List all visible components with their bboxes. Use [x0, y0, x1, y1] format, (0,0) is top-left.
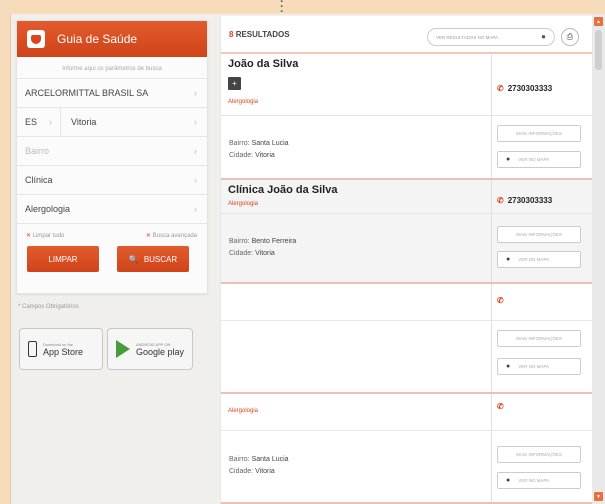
result-cidade: Cidade: Vitoria	[229, 152, 275, 159]
phone-icon: ✆	[497, 84, 504, 93]
app-store-label: App Store	[43, 346, 84, 357]
scroll-up-icon[interactable]: ▲	[594, 17, 603, 26]
city-value: Vitoria	[71, 117, 97, 127]
chevron-right-icon: ›	[194, 88, 197, 98]
result-name: João da Silva	[228, 58, 299, 70]
clear-button-label: LIMPAR	[48, 254, 78, 264]
result-name: Clínica João da Silva	[228, 184, 338, 196]
chevron-right-icon: ›	[194, 146, 197, 156]
clear-button[interactable]: LIMPAR	[27, 246, 99, 272]
see-on-map-button[interactable]: ● VER NO MAPA	[497, 251, 581, 268]
result-phone[interactable]: ✆	[497, 402, 508, 411]
google-play-icon	[116, 340, 130, 358]
phone-icon: ✆	[497, 196, 504, 205]
city-select[interactable]: Vitoria	[61, 117, 96, 127]
more-info-button[interactable]: MAIS INFORMAÇÕES	[497, 226, 581, 243]
provider-tag-icon: +	[228, 77, 241, 90]
search-hint: Informe aqui os parâmetros de busca	[17, 57, 207, 79]
result-phone[interactable]: ✆ 2730303333	[497, 196, 552, 205]
result-card[interactable]: Clínica João da Silva Alergologia ✆ 27303…	[221, 180, 593, 284]
print-button[interactable]: ⎙	[561, 28, 579, 46]
see-on-map-button[interactable]: ● VER NO MAPA	[497, 358, 581, 375]
search-panel: Guia de Saúde Informe aqui os parâmetros…	[16, 20, 208, 294]
map-pin-icon: ●	[541, 32, 546, 41]
chevron-right-icon: ›	[49, 117, 52, 127]
bairro-select[interactable]: Bairro ›	[17, 137, 207, 166]
required-fields-note: * Campos Obrigatórios	[18, 304, 79, 310]
more-info-button[interactable]: MAIS INFORMAÇÕES	[497, 125, 581, 142]
bairro-placeholder: Bairro	[25, 146, 50, 156]
see-on-map-button[interactable]: ● VER NO MAPA	[497, 151, 581, 168]
map-button-label: VER RESULTADOS NO MAPA	[436, 34, 499, 40]
map-pin-icon: ●	[506, 256, 511, 263]
phone-icon: ✆	[497, 402, 504, 411]
result-cidade: Cidade: Vitoria	[229, 250, 275, 257]
scroll-down-icon[interactable]: ▼	[594, 492, 603, 501]
view-on-map-button[interactable]: VER RESULTADOS NO MAPA ●	[427, 28, 555, 46]
drag-handle-icon[interactable]: · · ·	[278, 0, 286, 18]
search-button-label: BUSCAR	[143, 254, 178, 264]
location-row: ES › Vitoria ›	[17, 108, 207, 137]
app-store-badge[interactable]: Download on the App Store	[19, 328, 103, 370]
phone-icon	[28, 341, 37, 357]
result-card[interactable]: Alergologia ✆ Bairro: Santa Lucia Cidade…	[221, 394, 593, 504]
result-specialty: Alergologia	[228, 201, 259, 207]
type-value: Clínica	[25, 175, 53, 185]
result-bairro: Bairro: Santa Lucia	[229, 456, 289, 463]
map-pin-icon: ●	[506, 156, 511, 163]
result-card[interactable]: ✆ MAIS INFORMAÇÕES ● VER NO MAPA	[221, 284, 593, 394]
specialty-value: Alergologia	[25, 204, 71, 214]
result-bairro: Bairro: Bento Ferreira	[229, 238, 297, 245]
health-guide-logo-icon	[27, 30, 45, 48]
search-options: ✕ Limpar tudo ✕ Busca avançada	[17, 224, 207, 239]
type-select[interactable]: Clínica ›	[17, 166, 207, 195]
uf-select[interactable]: ES ›	[17, 108, 61, 136]
result-specialty: Alergologia	[228, 408, 259, 414]
google-play-badge[interactable]: ANDROID APP ON Google play	[107, 328, 193, 370]
more-info-button[interactable]: MAIS INFORMAÇÕES	[497, 330, 581, 347]
chevron-right-icon: ›	[194, 175, 197, 185]
printer-icon: ⎙	[566, 32, 574, 41]
clear-all-link[interactable]: ✕ Limpar tudo	[26, 232, 64, 239]
google-play-label: Google play	[136, 346, 185, 357]
result-phone[interactable]: ✆	[497, 296, 508, 305]
chevron-right-icon: ›	[194, 204, 197, 214]
results-panel: 8 RESULTADOS VER RESULTADOS NO MAPA ● ⎙ …	[220, 16, 593, 504]
map-pin-icon: ●	[506, 477, 511, 484]
result-phone[interactable]: ✆ 2730303333	[497, 84, 552, 93]
result-card[interactable]: João da Silva + Alergologia ✆ 2730303333 …	[221, 54, 593, 180]
specialty-select[interactable]: Alergologia ›	[17, 195, 207, 224]
search-button[interactable]: 🔍 BUSCAR	[117, 246, 189, 272]
uf-value: ES	[25, 117, 38, 127]
operator-select[interactable]: ARCELORMITTAL BRASIL SA ›	[17, 79, 207, 108]
results-count: 8 RESULTADOS	[229, 29, 290, 39]
result-bairro: Bairro: Santa Lucia	[229, 140, 289, 147]
search-buttons: LIMPAR 🔍 BUSCAR	[17, 239, 207, 272]
results-header: 8 RESULTADOS VER RESULTADOS NO MAPA ● ⎙	[221, 16, 592, 54]
search-icon: 🔍	[128, 254, 139, 264]
advanced-search-link[interactable]: ✕ Busca avançada	[146, 232, 197, 239]
panel-title: Guia de Saúde	[57, 32, 138, 46]
phone-icon: ✆	[497, 296, 504, 305]
result-specialty: Alergologia	[228, 99, 259, 105]
chevron-right-icon: ›	[194, 117, 197, 127]
map-pin-icon: ●	[506, 363, 511, 370]
operator-value: ARCELORMITTAL BRASIL SA	[25, 88, 149, 98]
search-panel-header: Guia de Saúde	[17, 21, 207, 57]
results-scrollbar[interactable]: ▲ ▼	[592, 14, 605, 504]
result-cidade: Cidade: Vitoria	[229, 468, 275, 475]
more-info-button[interactable]: MAIS INFORMAÇÕES	[497, 446, 581, 463]
see-on-map-button[interactable]: ● VER NO MAPA	[497, 472, 581, 489]
scrollbar-thumb[interactable]	[595, 30, 602, 70]
